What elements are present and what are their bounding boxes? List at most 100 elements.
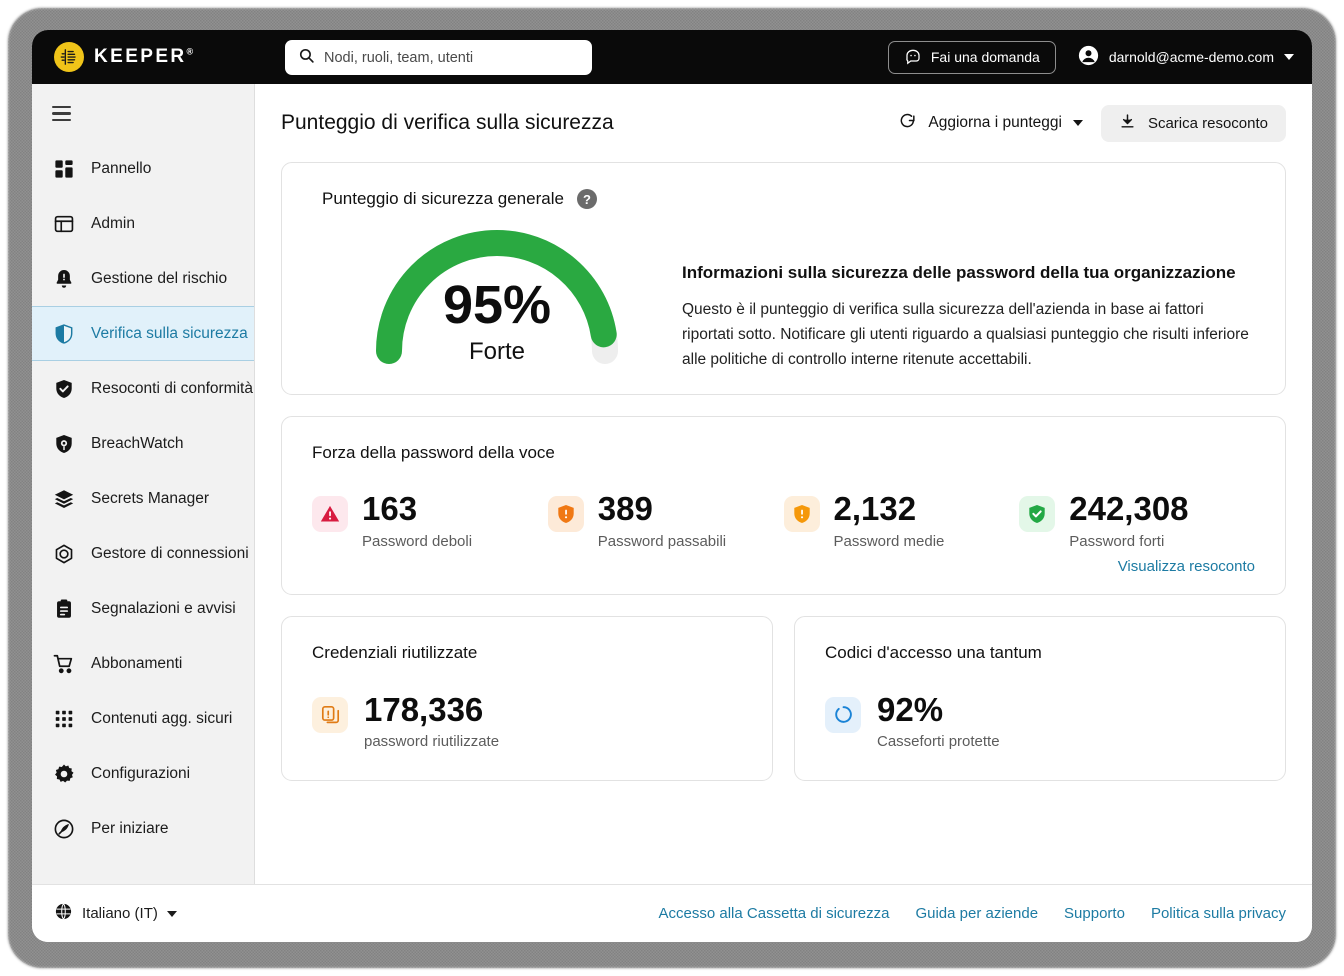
sidebar-item-12[interactable]: Per iniziare — [32, 801, 254, 856]
clipboard-icon — [53, 598, 75, 620]
globe-icon — [54, 902, 73, 925]
sidebar-toggle-icon[interactable] — [32, 96, 254, 141]
strength-stat: 2,132 Password medie — [783, 488, 1020, 550]
score-info: Informazioni sulla sicurezza delle passw… — [672, 209, 1251, 372]
chat-assistant-icon — [904, 47, 922, 68]
reused-credentials-stat: 178,336 password riutilizzate — [312, 689, 742, 750]
help-icon[interactable]: ? — [576, 189, 597, 209]
strength-stat-value: 2,132 — [833, 490, 917, 528]
footer-link[interactable]: Guida per aziende — [915, 905, 1038, 922]
chevron-down-icon — [1284, 54, 1294, 60]
strength-stat-value: 163 — [362, 490, 418, 528]
sidebar-item-label: Verifica sulla sicurezza — [91, 324, 248, 342]
search-input[interactable] — [324, 49, 579, 66]
user-avatar-icon — [1078, 45, 1099, 69]
topbar-right-group: Fai una domanda darnold@acme-demo.com — [887, 30, 1294, 84]
sidebar-item-3[interactable]: Verifica sulla sicurezza — [32, 306, 254, 362]
sidebar-item-7[interactable]: Gestore di connessioni — [32, 526, 254, 581]
dashboard-icon — [53, 158, 75, 180]
password-strength-card: Forza della password della voce 163 Passw… — [281, 416, 1286, 595]
progress-ring-icon — [825, 696, 861, 733]
cart-icon — [53, 653, 75, 675]
brand-wordmark: KEEPER® — [94, 46, 194, 67]
account-email: darnold@acme-demo.com — [1108, 49, 1274, 65]
view-report-row: Visualizza resoconto — [312, 558, 1255, 576]
otp-card: Codici d'accesso una tantum 92% Cassefor… — [794, 615, 1286, 781]
sidebar-item-label: Configurazioni — [91, 764, 191, 782]
sidebar-item-1[interactable]: Admin — [32, 196, 254, 251]
score-info-heading: Informazioni sulla sicurezza delle passw… — [682, 263, 1236, 282]
reused-credentials-value: 178,336 — [364, 690, 484, 728]
shield-check-icon — [1019, 496, 1056, 533]
shield-check-icon — [53, 378, 75, 400]
app-body: Pannello Admin Gestione del rischio Verific… — [32, 84, 1312, 884]
refresh-scores-label: Aggiorna i punteggi — [928, 114, 1062, 131]
account-menu[interactable]: darnold@acme-demo.com — [1078, 45, 1294, 69]
sidebar-item-label: Abbonamenti — [91, 654, 183, 672]
score-info-body: Questo è il punteggio di verifica sulla … — [682, 301, 1249, 369]
footer-links: Accesso alla Cassetta di sicurezza Guida … — [659, 905, 1286, 922]
sidebar-item-label: Gestione del rischio — [91, 269, 228, 287]
gauge-rating: Forte — [468, 337, 525, 365]
overall-score-header: Punteggio di sicurezza generale ? — [322, 189, 1251, 209]
admin-panel-icon — [53, 213, 75, 235]
download-report-label: Scarica resoconto — [1147, 114, 1268, 132]
language-selector[interactable]: Italiano (IT) — [54, 902, 177, 925]
ask-question-button[interactable]: Fai una domanda — [887, 40, 1056, 74]
sidebar-item-label: Segnalazioni e avvisi — [91, 599, 236, 617]
search-icon — [298, 47, 315, 69]
password-strength-stats: 163 Password deboli 389 Password passabili 2… — [312, 488, 1255, 550]
strength-stat-value: 389 — [597, 490, 653, 528]
hex-circle-icon — [53, 543, 75, 565]
otp-stat: 92% Casseforti protette — [825, 689, 1255, 750]
view-report-link[interactable]: Visualizza resoconto — [1118, 558, 1255, 575]
strength-stat-value: 242,308 — [1069, 490, 1189, 528]
footer-link[interactable]: Accesso alla Cassetta di sicurezza — [659, 905, 890, 922]
sidebar-item-4[interactable]: Resoconti di conformità — [32, 361, 254, 416]
otp-value: 92% — [877, 690, 944, 728]
page-actions: Aggiorna i punteggi Scarica resoconto — [894, 103, 1286, 143]
gauge-percent: 95% — [442, 275, 552, 335]
shield-exclamation-icon — [783, 496, 820, 533]
grid-dots-icon — [53, 708, 75, 730]
sidebar-item-label: Per iniziare — [91, 819, 169, 837]
strength-stat-label: Password deboli — [362, 532, 473, 550]
app-window: KEEPER® Nodi, ruoli, team, utenti Fai un… — [32, 30, 1312, 942]
shield-eye-icon — [53, 433, 75, 455]
sidebar-item-10[interactable]: Contenuti agg. sicuri — [32, 691, 254, 746]
score-gauge-wrap: 95% Forte — [322, 209, 672, 365]
password-strength-title: Forza della password della voce — [312, 443, 555, 463]
language-label: Italiano (IT) — [82, 905, 158, 922]
download-report-button[interactable]: Scarica resoconto — [1100, 104, 1286, 142]
top-navigation-bar: KEEPER® Nodi, ruoli, team, utenti Fai un… — [32, 30, 1312, 84]
warning-triangle-icon — [312, 496, 348, 533]
keeper-mark-icon — [54, 42, 84, 72]
bell-alert-icon — [53, 268, 75, 290]
refresh-scores-button[interactable]: Aggiorna i punteggi — [894, 103, 1087, 143]
global-search[interactable] — [285, 40, 592, 75]
sidebar-item-9[interactable]: Abbonamenti — [32, 636, 254, 691]
score-gauge: 95% Forte — [363, 219, 631, 365]
strength-stat: 389 Password passabili — [547, 488, 784, 550]
strength-stat-label: Password passabili — [597, 532, 727, 550]
shield-exclamation-icon — [547, 496, 584, 533]
rocket-icon — [53, 818, 75, 840]
sidebar-item-0[interactable]: Pannello — [32, 141, 254, 196]
page-header: Punteggio di verifica sulla sicurezza Ag… — [281, 84, 1286, 162]
sidebar-item-6[interactable]: Secrets Manager — [32, 471, 254, 526]
footer-link[interactable]: Supporto — [1064, 905, 1125, 922]
otp-label: Casseforti protette — [877, 732, 1000, 750]
chevron-down-icon — [166, 910, 177, 917]
gauge-center-label: 95% Forte — [363, 277, 631, 366]
keeper-logo[interactable]: KEEPER® — [54, 42, 193, 72]
shield-half-icon — [53, 323, 75, 345]
sidebar-item-8[interactable]: Segnalazioni e avvisi — [32, 581, 254, 636]
footer-link[interactable]: Politica sulla privacy — [1151, 905, 1286, 922]
sidebar-item-11[interactable]: Configurazioni — [32, 746, 254, 801]
sidebar-item-2[interactable]: Gestione del rischio — [32, 251, 254, 306]
chevron-down-icon — [1072, 120, 1083, 126]
overall-score-title: Punteggio di sicurezza generale — [322, 189, 564, 208]
sidebar-item-label: Secrets Manager — [91, 489, 210, 507]
refresh-icon — [898, 111, 917, 135]
sidebar-item-5[interactable]: BreachWatch — [32, 416, 254, 471]
